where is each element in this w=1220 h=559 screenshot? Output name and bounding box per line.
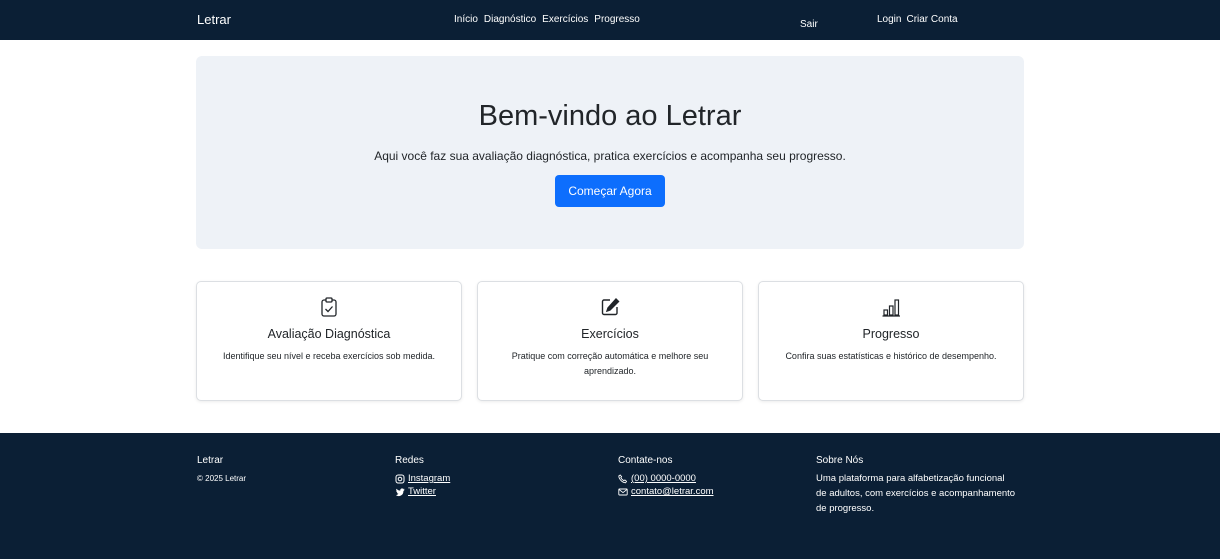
footer-contact-title: Contate-nos xyxy=(618,455,673,466)
instagram-link[interactable]: Instagram xyxy=(408,472,450,485)
twitter-icon xyxy=(396,487,405,496)
nav-link-exercicios[interactable]: Exercícios xyxy=(542,14,588,25)
footer-contact-column: Contate-nos (00) 0000-0000 contato@letra… xyxy=(618,455,714,498)
phone-item: (00) 0000-0000 xyxy=(618,472,714,485)
auth-links: Login Criar Conta xyxy=(877,14,958,25)
top-navbar: Letrar Início Diagnóstico Exercícios Pro… xyxy=(0,0,1220,40)
pencil-square-icon xyxy=(601,297,620,316)
start-now-button[interactable]: Começar Agora xyxy=(555,175,665,207)
nav-links: Início Diagnóstico Exercícios Progresso xyxy=(454,14,640,25)
nav-link-progresso[interactable]: Progresso xyxy=(594,14,640,25)
feature-card-progress: Progresso Confira suas estatísticas e hi… xyxy=(758,281,1024,401)
nav-link-diagnostico[interactable]: Diagnóstico xyxy=(484,14,536,25)
card-text: Identifique seu nível e receba exercício… xyxy=(222,351,436,361)
feature-card-diagnostic: Avaliação Diagnóstica Identifique seu ní… xyxy=(196,281,462,401)
hero-subtitle: Aqui você faz sua avaliação diagnóstica,… xyxy=(374,149,846,163)
clipboard-check-icon xyxy=(321,297,337,317)
footer-brand: Letrar xyxy=(197,455,224,466)
footer: Letrar © 2025 Letrar Redes Instagram Twi… xyxy=(0,433,1220,559)
email-link[interactable]: contato@letrar.com xyxy=(631,485,714,498)
card-title: Progresso xyxy=(862,327,920,341)
card-text: Confira suas estatísticas e histórico de… xyxy=(785,351,997,361)
instagram-item: Instagram xyxy=(395,472,450,485)
feature-card-exercises: Exercícios Pratique com correção automát… xyxy=(477,281,743,401)
footer-social-title: Redes xyxy=(395,455,424,466)
bar-chart-icon xyxy=(882,299,900,317)
hero-title: Bem-vindo ao Letrar xyxy=(478,100,742,132)
footer-about-text: Uma plataforma para alfabetização funcio… xyxy=(816,473,1016,514)
logout-link[interactable]: Sair xyxy=(800,19,818,30)
twitter-link[interactable]: Twitter xyxy=(408,485,436,498)
brand-link[interactable]: Letrar xyxy=(197,12,231,27)
logout-wrapper: Sair xyxy=(800,14,818,32)
footer-about-column: Sobre Nós Uma plataforma para alfabetiza… xyxy=(816,455,1016,516)
footer-about-title: Sobre Nós xyxy=(816,455,864,466)
login-link[interactable]: Login xyxy=(877,14,901,25)
twitter-item: Twitter xyxy=(395,485,450,498)
footer-copyright: © 2025 Letrar xyxy=(197,474,247,483)
nav-link-inicio[interactable]: Início xyxy=(454,14,478,25)
footer-social-column: Redes Instagram Twitter xyxy=(395,455,450,498)
hero-section: Bem-vindo ao Letrar Aqui você faz sua av… xyxy=(196,56,1024,249)
email-item: contato@letrar.com xyxy=(618,485,714,498)
register-link[interactable]: Criar Conta xyxy=(906,14,957,25)
footer-brand-column: Letrar © 2025 Letrar xyxy=(197,455,246,485)
card-text: Pratique com correção automática e melho… xyxy=(511,351,709,376)
instagram-icon xyxy=(395,474,405,483)
card-title: Exercícios xyxy=(581,327,639,341)
envelope-icon xyxy=(618,488,628,495)
phone-icon xyxy=(618,473,628,483)
card-title: Avaliação Diagnóstica xyxy=(267,327,391,341)
phone-link[interactable]: (00) 0000-0000 xyxy=(631,472,696,485)
